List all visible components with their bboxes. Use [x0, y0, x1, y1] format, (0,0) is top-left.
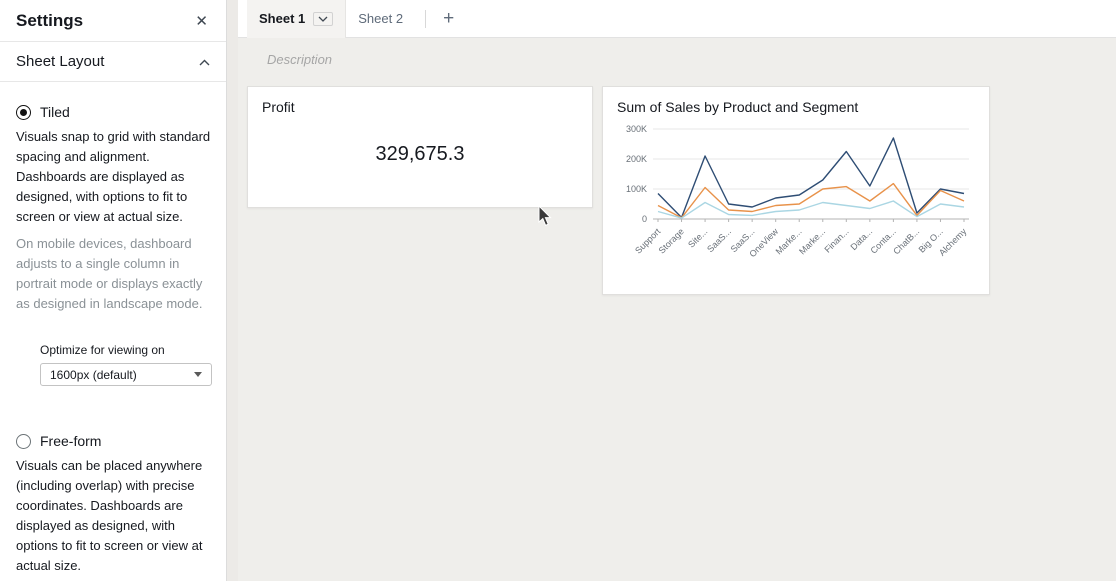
radio-tiled[interactable]: Tiled: [16, 104, 212, 120]
tab-divider: [425, 10, 426, 28]
sales-line-chart: 0100K200K300KSupportStorageSite...SaaS..…: [617, 121, 977, 273]
optimize-select[interactable]: 1600px (default): [40, 363, 212, 386]
optimize-field: Optimize for viewing on 1600px (default): [40, 343, 212, 386]
tab-sheet-2-label: Sheet 2: [358, 11, 403, 26]
svg-text:100K: 100K: [626, 184, 647, 194]
tiled-description: Visuals snap to grid with standard spaci…: [16, 127, 212, 227]
svg-text:Storage: Storage: [657, 226, 686, 255]
description-placeholder[interactable]: Description: [267, 52, 332, 67]
sales-chart-card[interactable]: Sum of Sales by Product and Segment 0 100…: [602, 86, 990, 295]
svg-text:200K: 200K: [626, 154, 647, 164]
svg-text:Finan...: Finan...: [822, 226, 850, 254]
mouse-cursor: [538, 206, 552, 232]
tab-sheet-1[interactable]: Sheet 1: [247, 0, 346, 38]
freeform-description: Visuals can be placed anywhere (includin…: [16, 456, 212, 576]
svg-text:300K: 300K: [626, 124, 647, 134]
tab-sheet-2[interactable]: Sheet 2: [346, 0, 415, 38]
sheet-tab-bar: Sheet 1 Sheet 2 +: [238, 0, 1116, 38]
chevron-down-icon[interactable]: [313, 12, 333, 26]
svg-text:SaaS...: SaaS...: [705, 226, 733, 254]
main-area: Sheet 1 Sheet 2 + Description Profit 329…: [238, 0, 1116, 581]
profit-kpi-value: 329,675.3: [262, 143, 578, 166]
section-title: Sheet Layout: [16, 53, 104, 70]
settings-panel-header: Settings ✕: [0, 0, 226, 42]
app-window: Settings ✕ Sheet Layout Tiled Visuals sn…: [0, 0, 1116, 581]
panel-gutter: [227, 0, 238, 581]
section-header-sheet-layout[interactable]: Sheet Layout: [0, 42, 226, 82]
panel-title: Settings: [16, 11, 83, 31]
sales-chart-title: Sum of Sales by Product and Segment: [617, 99, 975, 115]
radio-freeform-control: [16, 434, 31, 449]
chevron-up-icon: [199, 53, 210, 71]
add-sheet-button[interactable]: +: [436, 9, 461, 28]
svg-text:Marke...: Marke...: [797, 226, 827, 256]
caret-down-icon: [194, 372, 202, 377]
radio-tiled-label: Tiled: [40, 104, 70, 120]
optimize-select-value: 1600px (default): [50, 368, 137, 382]
freeform-block: Free-form Visuals can be placed anywhere…: [16, 433, 212, 576]
profit-card-title: Profit: [262, 99, 578, 115]
svg-text:0: 0: [642, 214, 647, 224]
radio-tiled-control: [16, 105, 31, 120]
settings-panel: Settings ✕ Sheet Layout Tiled Visuals sn…: [0, 0, 227, 581]
sheet-layout-options: Tiled Visuals snap to grid with standard…: [0, 82, 226, 576]
profit-visual-card[interactable]: Profit 329,675.3: [247, 86, 593, 208]
close-icon[interactable]: ✕: [191, 10, 212, 32]
radio-freeform[interactable]: Free-form: [16, 433, 212, 449]
optimize-label: Optimize for viewing on: [40, 343, 212, 357]
radio-freeform-label: Free-form: [40, 433, 101, 449]
tiled-mobile-note: On mobile devices, dashboard adjusts to …: [16, 234, 212, 314]
sheet-canvas: Description Profit 329,675.3 Sum of Sale…: [238, 38, 1116, 581]
svg-text:ChatB...: ChatB...: [891, 226, 921, 256]
tab-sheet-1-label: Sheet 1: [259, 11, 305, 26]
